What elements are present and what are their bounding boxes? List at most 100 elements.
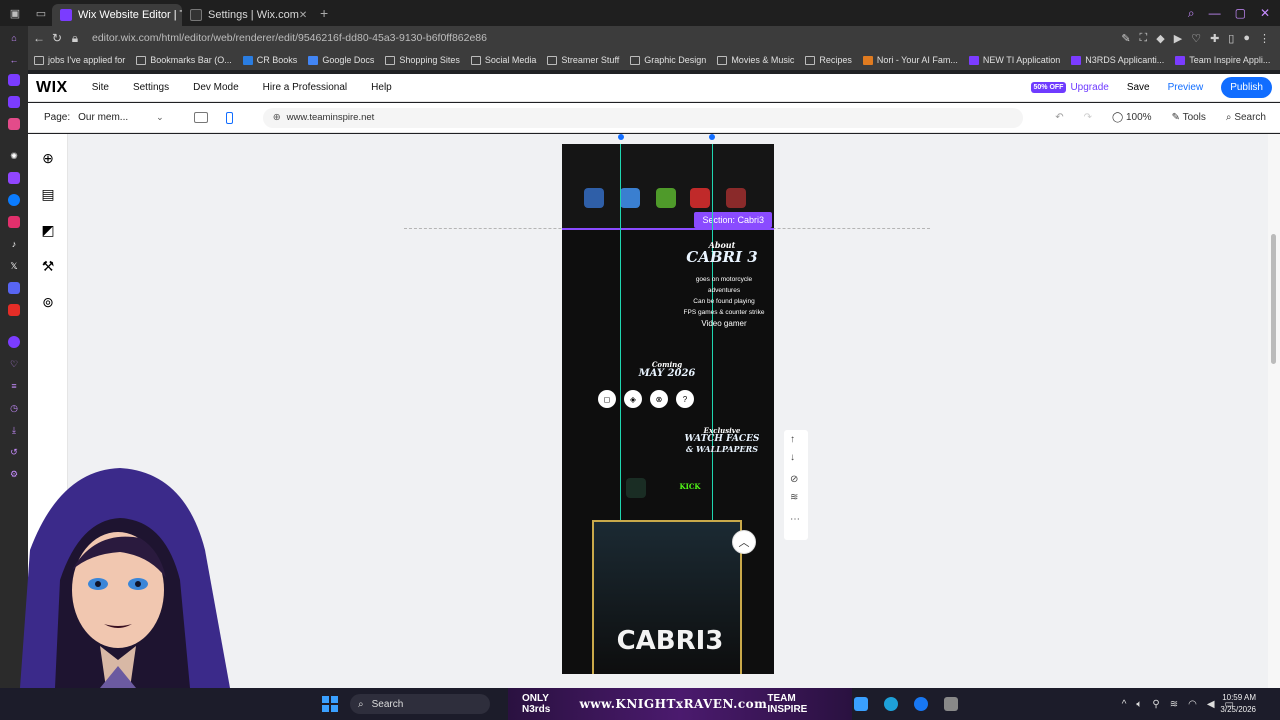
edge-icon[interactable] — [884, 697, 898, 711]
search-button[interactable]: ⌕ Search — [1226, 112, 1266, 123]
heart-icon[interactable]: ♡ — [8, 358, 20, 370]
menu-settings[interactable]: Settings — [133, 82, 169, 93]
publish-button[interactable]: Publish — [1221, 77, 1272, 98]
new-tab-button[interactable]: + — [320, 5, 328, 21]
screenshot-icon[interactable]: ⛶ — [1140, 32, 1148, 45]
chatgpt-icon[interactable]: ✺ — [8, 150, 20, 162]
x-social-icon[interactable] — [584, 188, 604, 208]
wix-logo[interactable]: WIX — [36, 79, 68, 97]
social-icon[interactable] — [690, 188, 710, 208]
maximize-button[interactable]: ▢ — [1235, 6, 1246, 21]
bookmark-item[interactable]: Streamer Stuff — [547, 55, 619, 65]
x-icon[interactable]: 𝕏 — [8, 260, 20, 272]
bookmark-item[interactable]: Bookmarks Bar (O... — [136, 55, 232, 65]
bookmark-item[interactable]: Movies & Music — [717, 55, 794, 65]
media-icon[interactable]: ⊚ — [40, 294, 56, 310]
menu-dev-mode[interactable]: Dev Mode — [193, 82, 239, 93]
profile-icon[interactable]: ● — [1243, 32, 1250, 45]
close-window-button[interactable]: ✕ — [1260, 6, 1270, 21]
search-tabs-icon[interactable]: ⌕ — [1188, 6, 1195, 21]
url-field[interactable]: editor.wix.com/html/editor/web/renderer/… — [92, 32, 487, 44]
close-tab-icon[interactable]: ✕ — [299, 10, 307, 21]
pages-icon[interactable]: ▤ — [40, 186, 56, 202]
bookmark-item[interactable]: Social Media — [470, 55, 536, 65]
speaker-icon[interactable]: 🔈︎ — [1136, 699, 1142, 710]
help-icon[interactable]: ? — [676, 390, 694, 408]
facebook-icon[interactable] — [914, 697, 928, 711]
tab-list-icon[interactable]: ▭ — [30, 2, 52, 24]
taskbar-clock[interactable]: 10:59 AM 3/25/2026 — [1220, 692, 1256, 716]
tab-settings[interactable]: Settings | Wix.com ✕ — [182, 4, 312, 26]
play-icon[interactable]: ▶ — [1174, 32, 1182, 45]
menu-hire-professional[interactable]: Hire a Professional — [263, 82, 347, 93]
move-down-icon[interactable]: ↓ — [790, 452, 795, 463]
microphone-icon[interactable]: ⚲ — [1152, 699, 1159, 710]
canvas-scrollbar[interactable] — [1268, 134, 1280, 688]
design-icon[interactable]: ◩ — [40, 222, 56, 238]
social-icon[interactable] — [656, 188, 676, 208]
extension-icon[interactable] — [8, 336, 20, 348]
social-icon[interactable] — [726, 188, 746, 208]
preview-button[interactable]: Preview — [1168, 82, 1204, 93]
discord-icon[interactable] — [8, 282, 20, 294]
social-icon[interactable] — [620, 188, 640, 208]
bookmark-item[interactable]: Graphic Design — [630, 55, 706, 65]
animation-icon[interactable]: ◈ — [624, 390, 642, 408]
crop-icon[interactable]: ◻ — [598, 390, 616, 408]
menu-icon[interactable]: ⋮ — [1259, 32, 1270, 45]
app-icon[interactable] — [854, 697, 868, 711]
save-button[interactable]: Save — [1127, 82, 1150, 93]
twitch-icon[interactable] — [8, 172, 20, 184]
add-elements-icon[interactable]: ⊕ — [40, 150, 56, 166]
section-label[interactable]: Section: Cabri3 — [694, 212, 772, 228]
settings-icon[interactable] — [944, 697, 958, 711]
undo-icon[interactable]: ↶ — [1055, 112, 1063, 123]
bookmark-item[interactable]: Nori - Your AI Fam... — [862, 55, 958, 65]
extension-icon[interactable] — [8, 118, 20, 130]
reload-icon[interactable]: ↻ — [48, 31, 66, 45]
list-icon[interactable]: ≡ — [8, 380, 20, 392]
bookmark-item[interactable]: NEW TI Application — [968, 55, 1060, 65]
instagram-icon[interactable] — [8, 216, 20, 228]
zoom-control[interactable]: ◯ 100% — [1112, 112, 1152, 123]
network-icon[interactable]: ≋ — [1170, 699, 1178, 710]
windows-start-icon[interactable] — [322, 696, 338, 712]
bookmark-item[interactable]: Recipes — [805, 55, 852, 65]
move-up-icon[interactable]: ↑ — [790, 434, 795, 445]
extension-icon[interactable] — [8, 96, 20, 108]
bookmark-item[interactable]: jobs I've applied for — [34, 55, 125, 65]
pin-icon[interactable]: ✎ — [1121, 32, 1130, 45]
mobile-site-preview[interactable]: Section: Cabri3 About CABRI 3 goes on mo… — [562, 144, 774, 674]
ruler-marker[interactable] — [618, 134, 624, 140]
download-icon[interactable]: ⤓ — [8, 424, 20, 436]
menu-help[interactable]: Help — [371, 82, 392, 93]
clock-icon[interactable]: ◷ — [8, 402, 20, 414]
home-icon[interactable]: ⌂ — [8, 32, 20, 44]
bookmark-item[interactable]: N3RDS Applicanti... — [1071, 55, 1164, 65]
x-social-icon[interactable] — [626, 478, 646, 498]
youtube-icon[interactable] — [8, 304, 20, 316]
link-icon[interactable]: ⊗ — [650, 390, 668, 408]
apps-icon[interactable]: ⚒ — [40, 258, 56, 274]
back-icon[interactable]: ← — [8, 54, 20, 66]
lock-icon[interactable]: 🔒︎ — [66, 31, 84, 46]
chevron-down-icon[interactable]: ⌄ — [156, 112, 164, 123]
bookmark-item[interactable]: CR Books — [242, 55, 297, 65]
mobile-view-icon[interactable] — [225, 111, 233, 124]
more-icon[interactable]: ⋯ — [790, 514, 800, 525]
bookmark-item[interactable]: Shopping Sites — [385, 55, 460, 65]
desktop-view-icon[interactable] — [193, 112, 208, 123]
ruler-marker[interactable] — [709, 134, 715, 140]
extension-icon[interactable] — [8, 74, 20, 86]
site-url-field[interactable]: ⊕ www.teaminspire.net — [262, 107, 1023, 128]
upgrade-button[interactable]: Upgrade — [1070, 82, 1108, 93]
messenger-icon[interactable] — [8, 194, 20, 206]
back-icon[interactable]: ← — [30, 31, 48, 45]
editor-canvas[interactable]: Section: Cabri3 About CABRI 3 goes on mo… — [68, 134, 1268, 688]
wifi-icon[interactable]: ◠ — [1188, 699, 1197, 710]
tools-button[interactable]: ✎ Tools — [1172, 112, 1206, 123]
puzzle-icon[interactable]: ✚ — [1210, 32, 1219, 45]
history-icon[interactable]: ↺ — [8, 446, 20, 458]
heart-icon[interactable]: ♡ — [1191, 32, 1201, 45]
tiktok-icon[interactable]: ♪ — [8, 238, 20, 250]
